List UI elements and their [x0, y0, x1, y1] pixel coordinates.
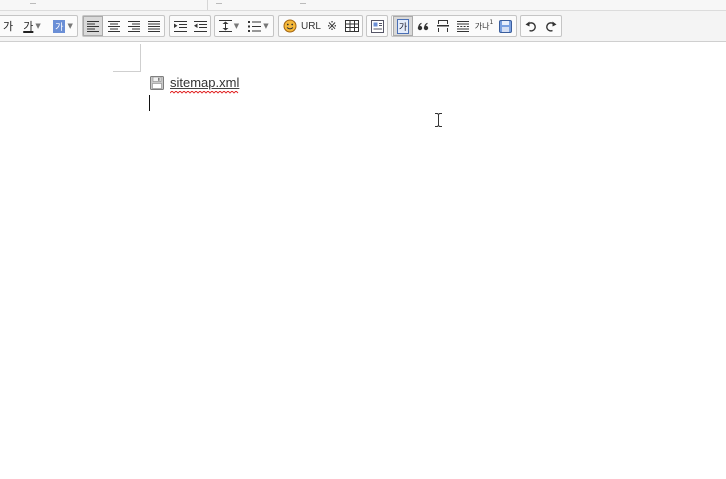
- indent-group: [169, 15, 211, 37]
- page-break-button[interactable]: [453, 16, 473, 36]
- undo-button[interactable]: [521, 16, 541, 36]
- page-break-icon: [457, 20, 469, 32]
- editor-toolbar: 가 가 ▼ 가 ▼ ▼ ▼ URL ※ 가 가나 1: [0, 11, 726, 42]
- chevron-down-icon: ▼: [263, 22, 269, 30]
- align-right-button[interactable]: [124, 16, 144, 36]
- outdent-icon: [193, 20, 207, 32]
- line-height-icon: [218, 20, 232, 32]
- url-label: URL: [300, 20, 321, 32]
- list-button[interactable]: ▼: [244, 16, 273, 36]
- underline-color-button[interactable]: 가 ▼: [19, 16, 45, 36]
- editor-content-area[interactable]: sitemap.xml: [0, 42, 726, 479]
- margin-guide-horizontal: [113, 71, 141, 72]
- font-size-button[interactable]: 가: [1, 16, 15, 36]
- indent-icon: [173, 20, 187, 32]
- align-left-button[interactable]: [83, 16, 103, 36]
- special-char-label: ※: [326, 19, 338, 33]
- save-draft-button[interactable]: [495, 16, 515, 36]
- smiley-icon: [283, 19, 297, 33]
- align-right-icon: [128, 20, 140, 32]
- redo-button[interactable]: [541, 16, 561, 36]
- template-group: [366, 15, 388, 37]
- tab-edge: [300, 0, 306, 4]
- table-button[interactable]: [342, 16, 362, 36]
- spacing-list-group: ▼ ▼: [214, 15, 274, 37]
- save-draft-icon: [498, 19, 512, 33]
- font-size-label: 가: [2, 20, 14, 33]
- background-color-button[interactable]: 가 ▼: [49, 16, 77, 36]
- bgcolor-label: 가: [53, 19, 66, 33]
- paragraph-style-label: 가: [396, 18, 410, 34]
- line-height-button[interactable]: ▼: [215, 16, 243, 36]
- template-icon: [370, 19, 384, 33]
- align-justify-button[interactable]: [144, 16, 164, 36]
- floppy-disk-icon: [150, 75, 164, 90]
- align-left-icon: [87, 20, 99, 32]
- text-style-group: 가 가 ▼ 가 ▼: [0, 15, 78, 37]
- history-group: [520, 15, 562, 37]
- tab-edge: [216, 0, 222, 4]
- tab-edge: [30, 0, 36, 4]
- chevron-down-icon: ▼: [233, 22, 240, 30]
- superscript-mark: 1: [489, 18, 494, 26]
- horizontal-rule-button[interactable]: [433, 16, 453, 36]
- underline-label: 가: [23, 20, 34, 33]
- align-center-icon: [108, 20, 120, 32]
- text-cursor-icon: [435, 113, 442, 127]
- attachment-link[interactable]: sitemap.xml: [150, 75, 239, 94]
- superscript-label: 가나: [474, 21, 490, 31]
- template-button[interactable]: [367, 16, 387, 36]
- chevron-down-icon: ▼: [35, 22, 41, 30]
- quote-button[interactable]: [413, 16, 433, 36]
- text-caret: [149, 95, 150, 111]
- attachment-filename[interactable]: sitemap.xml: [170, 75, 239, 90]
- align-center-button[interactable]: [104, 16, 124, 36]
- special-char-button[interactable]: ※: [322, 16, 342, 36]
- tab-separator: [207, 0, 208, 10]
- indent-button[interactable]: [170, 16, 190, 36]
- numbered-list-icon: [248, 20, 262, 32]
- margin-guide-vertical: [140, 44, 141, 72]
- paragraph-style-button[interactable]: 가: [393, 16, 413, 36]
- undo-icon: [525, 21, 536, 32]
- outdent-button[interactable]: [190, 16, 210, 36]
- align-justify-icon: [148, 20, 160, 32]
- paragraph-group: 가 가나 1: [391, 15, 517, 37]
- superscript-button[interactable]: 가나 1: [473, 16, 495, 36]
- alignment-group: [82, 15, 165, 37]
- chevron-down-icon: ▼: [67, 22, 73, 30]
- redo-icon: [546, 21, 557, 32]
- emoticon-button[interactable]: [280, 16, 300, 36]
- spellcheck-underline: [170, 91, 239, 94]
- insert-group: URL ※: [278, 15, 363, 37]
- top-tab-strip: [0, 0, 726, 11]
- horizontal-rule-icon: [437, 20, 449, 32]
- url-button[interactable]: URL: [300, 16, 322, 36]
- table-icon: [345, 20, 359, 32]
- quote-icon: [417, 22, 429, 30]
